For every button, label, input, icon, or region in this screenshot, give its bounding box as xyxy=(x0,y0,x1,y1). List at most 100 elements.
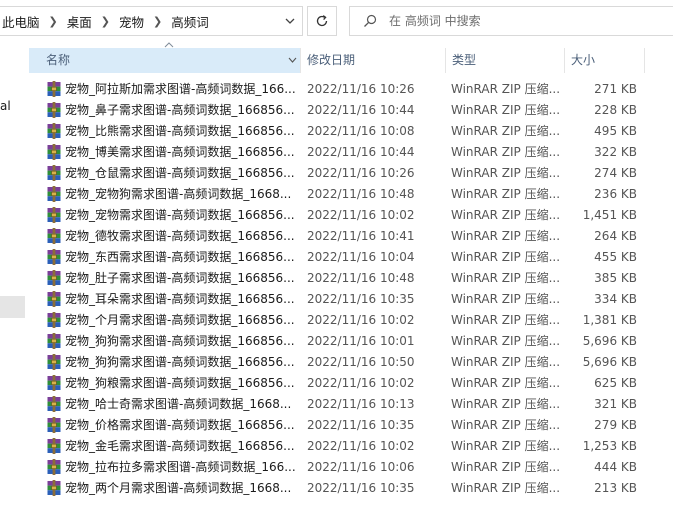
chevron-right-icon[interactable]: ❯ xyxy=(94,15,117,28)
winrar-archive-icon xyxy=(47,144,61,160)
file-row[interactable]: 宠物_阿拉斯加需求图谱-高频词数据_166... 2022/11/16 10:2… xyxy=(29,79,673,100)
breadcrumb-desktop[interactable]: 桌面 xyxy=(65,12,94,31)
column-header-date[interactable]: 修改日期 xyxy=(300,48,445,73)
file-name[interactable]: 宠物_宠物需求图谱-高频词数据_166856... xyxy=(65,205,300,226)
file-size: 321 KB xyxy=(594,397,637,411)
column-header-row: 名称 修改日期 类型 大小 xyxy=(29,42,644,73)
winrar-archive-icon xyxy=(47,165,61,181)
file-name[interactable]: 宠物_狗狗需求图谱-高频词数据_166856... xyxy=(65,331,300,352)
file-modified-date: 2022/11/16 10:41 xyxy=(307,229,415,243)
file-row[interactable]: 宠物_金毛需求图谱-高频词数据_166856... 2022/11/16 10:… xyxy=(29,436,673,457)
nav-item-label[interactable]: al xyxy=(0,99,11,113)
winrar-archive-icon xyxy=(47,396,61,412)
file-type: WinRAR ZIP 压缩... xyxy=(451,271,561,285)
file-name[interactable]: 宠物_阿拉斯加需求图谱-高频词数据_166... xyxy=(65,79,300,100)
file-size: 1,381 KB xyxy=(582,313,637,327)
file-row[interactable]: 宠物_价格需求图谱-高频词数据_166856... 2022/11/16 10:… xyxy=(29,415,673,436)
file-list: 宠物_阿拉斯加需求图谱-高频词数据_166... 2022/11/16 10:2… xyxy=(29,79,673,499)
file-modified-date: 2022/11/16 10:35 xyxy=(307,418,415,432)
file-name[interactable]: 宠物_肚子需求图谱-高频词数据_166856... xyxy=(65,268,300,289)
winrar-archive-icon xyxy=(47,207,61,223)
file-row[interactable]: 宠物_耳朵需求图谱-高频词数据_166856... 2022/11/16 10:… xyxy=(29,289,673,310)
file-row[interactable]: 宠物_个月需求图谱-高频词数据_166856... 2022/11/16 10:… xyxy=(29,310,673,331)
chevron-down-icon[interactable] xyxy=(288,48,297,83)
file-name[interactable]: 宠物_宠物狗需求图谱-高频词数据_1668... xyxy=(65,184,300,205)
chevron-down-icon[interactable] xyxy=(284,15,296,27)
file-name[interactable]: 宠物_狗粮需求图谱-高频词数据_166856... xyxy=(65,373,300,394)
file-row[interactable]: 宠物_比熊需求图谱-高频词数据_166856... 2022/11/16 10:… xyxy=(29,121,673,142)
file-size: 625 KB xyxy=(594,376,637,390)
file-type: WinRAR ZIP 压缩... xyxy=(451,418,561,432)
file-modified-date: 2022/11/16 10:01 xyxy=(307,334,415,348)
file-size: 5,696 KB xyxy=(582,355,637,369)
winrar-archive-icon xyxy=(47,480,61,496)
column-header-size[interactable]: 大小 xyxy=(564,48,644,73)
file-row[interactable]: 宠物_拉布拉多需求图谱-高频词数据_166... 2022/11/16 10:0… xyxy=(29,457,673,478)
file-row[interactable]: 宠物_德牧需求图谱-高频词数据_166856... 2022/11/16 10:… xyxy=(29,226,673,247)
column-header-type[interactable]: 类型 xyxy=(445,48,564,73)
file-name[interactable]: 宠物_耳朵需求图谱-高频词数据_166856... xyxy=(65,289,300,310)
breadcrumb-pets[interactable]: 宠物 xyxy=(117,12,146,31)
file-size: 236 KB xyxy=(594,187,637,201)
nav-item-selected[interactable] xyxy=(0,296,25,318)
file-row[interactable]: 宠物_狗狗需求图谱-高频词数据_166856... 2022/11/16 10:… xyxy=(29,331,673,352)
breadcrumb-high-freq[interactable]: 高频词 xyxy=(169,12,211,31)
address-bar[interactable]: 此电脑 ❯ 桌面 ❯ 宠物 ❯ 高频词 xyxy=(0,6,303,36)
file-row[interactable]: 宠物_东西需求图谱-高频词数据_166856... 2022/11/16 10:… xyxy=(29,247,673,268)
file-size: 271 KB xyxy=(594,82,637,96)
file-modified-date: 2022/11/16 10:44 xyxy=(307,145,415,159)
chevron-right-icon[interactable]: ❯ xyxy=(146,15,169,28)
file-row[interactable]: 宠物_哈士奇需求图谱-高频词数据_1668... 2022/11/16 10:1… xyxy=(29,394,673,415)
winrar-archive-icon xyxy=(47,228,61,244)
file-name[interactable]: 宠物_仓鼠需求图谱-高频词数据_166856... xyxy=(65,163,300,184)
breadcrumb-this-pc[interactable]: 此电脑 xyxy=(0,12,42,31)
file-size: 228 KB xyxy=(594,103,637,117)
refresh-button[interactable] xyxy=(307,6,337,36)
file-size: 213 KB xyxy=(594,481,637,495)
file-type: WinRAR ZIP 压缩... xyxy=(451,103,561,117)
file-row[interactable]: 宠物_宠物狗需求图谱-高频词数据_1668... 2022/11/16 10:4… xyxy=(29,184,673,205)
winrar-archive-icon xyxy=(47,291,61,307)
file-name[interactable]: 宠物_两个月需求图谱-高频词数据_1668... xyxy=(65,478,300,499)
winrar-archive-icon xyxy=(47,459,61,475)
file-modified-date: 2022/11/16 10:02 xyxy=(307,439,415,453)
file-name[interactable]: 宠物_价格需求图谱-高频词数据_166856... xyxy=(65,415,300,436)
search-input[interactable] xyxy=(387,13,651,29)
file-type: WinRAR ZIP 压缩... xyxy=(451,145,561,159)
winrar-archive-icon xyxy=(47,249,61,265)
file-size: 385 KB xyxy=(594,271,637,285)
file-name[interactable]: 宠物_德牧需求图谱-高频词数据_166856... xyxy=(65,226,300,247)
file-modified-date: 2022/11/16 10:04 xyxy=(307,250,415,264)
file-row[interactable]: 宠物_狗狗需求图谱-高频词数据_166856... 2022/11/16 10:… xyxy=(29,352,673,373)
file-name[interactable]: 宠物_东西需求图谱-高频词数据_166856... xyxy=(65,247,300,268)
file-row[interactable]: 宠物_肚子需求图谱-高频词数据_166856... 2022/11/16 10:… xyxy=(29,268,673,289)
file-name[interactable]: 宠物_拉布拉多需求图谱-高频词数据_166... xyxy=(65,457,300,478)
file-type: WinRAR ZIP 压缩... xyxy=(451,250,561,264)
file-size: 322 KB xyxy=(594,145,637,159)
file-modified-date: 2022/11/16 10:02 xyxy=(307,313,415,327)
file-row[interactable]: 宠物_狗粮需求图谱-高频词数据_166856... 2022/11/16 10:… xyxy=(29,373,673,394)
file-row[interactable]: 宠物_两个月需求图谱-高频词数据_1668... 2022/11/16 10:3… xyxy=(29,478,673,499)
file-name[interactable]: 宠物_个月需求图谱-高频词数据_166856... xyxy=(65,310,300,331)
search-box[interactable] xyxy=(349,6,673,36)
file-type: WinRAR ZIP 压缩... xyxy=(451,460,561,474)
file-name[interactable]: 宠物_哈士奇需求图谱-高频词数据_1668... xyxy=(65,394,300,415)
file-row[interactable]: 宠物_鼻子需求图谱-高频词数据_166856... 2022/11/16 10:… xyxy=(29,100,673,121)
chevron-right-icon[interactable]: ❯ xyxy=(42,15,65,28)
file-name[interactable]: 宠物_金毛需求图谱-高频词数据_166856... xyxy=(65,436,300,457)
file-size: 279 KB xyxy=(594,418,637,432)
file-row[interactable]: 宠物_仓鼠需求图谱-高频词数据_166856... 2022/11/16 10:… xyxy=(29,163,673,184)
file-type: WinRAR ZIP 压缩... xyxy=(451,313,561,327)
file-name[interactable]: 宠物_比熊需求图谱-高频词数据_166856... xyxy=(65,121,300,142)
winrar-archive-icon xyxy=(47,270,61,286)
file-row[interactable]: 宠物_宠物需求图谱-高频词数据_166856... 2022/11/16 10:… xyxy=(29,205,673,226)
address-toolbar: 此电脑 ❯ 桌面 ❯ 宠物 ❯ 高频词 xyxy=(0,0,673,42)
column-header-name[interactable]: 名称 xyxy=(29,42,300,73)
file-row[interactable]: 宠物_博美需求图谱-高频词数据_166856... 2022/11/16 10:… xyxy=(29,142,673,163)
file-type: WinRAR ZIP 压缩... xyxy=(451,439,561,453)
file-name[interactable]: 宠物_鼻子需求图谱-高频词数据_166856... xyxy=(65,100,300,121)
file-name[interactable]: 宠物_博美需求图谱-高频词数据_166856... xyxy=(65,142,300,163)
winrar-archive-icon xyxy=(47,102,61,118)
file-name[interactable]: 宠物_狗狗需求图谱-高频词数据_166856... xyxy=(65,352,300,373)
file-type: WinRAR ZIP 压缩... xyxy=(451,166,561,180)
